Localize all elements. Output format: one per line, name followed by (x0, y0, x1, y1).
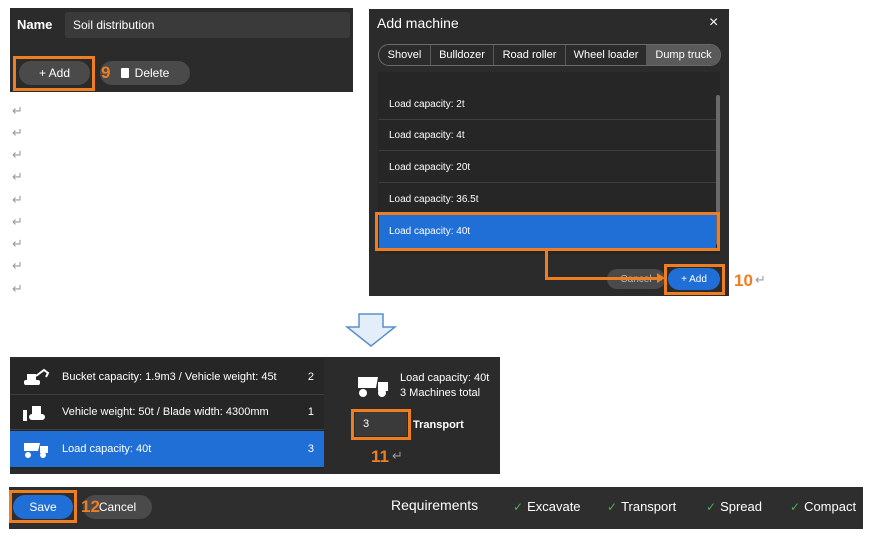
requirement-compact: ✓ Compact (790, 499, 856, 514)
arrow-right-icon (657, 273, 665, 283)
connector-line (545, 251, 548, 278)
list-item[interactable]: Load capacity: 36.5t (379, 184, 716, 215)
requirement-transport: ✓ Transport (607, 499, 676, 514)
bulldozer-icon (23, 406, 45, 421)
list-item-selected[interactable]: Load capacity: 40t (379, 215, 716, 248)
row-label: Vehicle weight: 50t / Blade width: 4300m… (62, 406, 269, 418)
detail-subtitle: 3 Machines total (400, 387, 481, 399)
step-11: 11 (371, 447, 389, 466)
add-button[interactable]: + Add (19, 61, 90, 85)
name-label: Name (17, 17, 53, 32)
check-icon: ✓ (706, 499, 717, 514)
delete-button[interactable]: Delete (100, 61, 190, 85)
detail-title: Load capacity: 40t (400, 372, 490, 384)
tab-bulldozer[interactable]: Bulldozer (431, 45, 494, 65)
requirement-label: Spread (720, 499, 762, 514)
trash-icon (120, 68, 129, 78)
add-button-label: + Add (38, 66, 71, 80)
role-label: Transport (413, 419, 464, 431)
list-scrollbar[interactable] (716, 95, 720, 245)
table-row[interactable]: Bucket capacity: 1.9m3 / Vehicle weight:… (10, 360, 324, 395)
save-button-label: Save (29, 500, 57, 514)
check-icon: ✓ (513, 499, 524, 514)
requirement-label: Transport (621, 499, 677, 514)
requirement-spread: ✓ Spread (706, 499, 762, 514)
check-icon: ✓ (790, 499, 801, 514)
step-9: 9 (101, 63, 111, 82)
list-item[interactable]: Load capacity: 20t (379, 152, 716, 183)
paragraph-mark: ↵ (392, 449, 403, 464)
row-count: 3 (307, 443, 314, 455)
row-label: Load capacity: 40t (62, 443, 152, 455)
delete-button-label: Delete (134, 66, 170, 80)
table-row[interactable]: Vehicle weight: 50t / Blade width: 4300m… (10, 395, 324, 430)
list-item[interactable]: Load capacity: 2t (379, 89, 716, 120)
list-item[interactable]: Load capacity: 4t (379, 120, 716, 151)
tab-wheel-loader[interactable]: Wheel loader (566, 45, 647, 65)
table-row-selected[interactable]: Load capacity: 40t 3 (10, 431, 324, 467)
row-count: 1 (307, 406, 314, 418)
tab-dump-truck[interactable]: Dump truck (647, 45, 720, 65)
connector-line (545, 277, 661, 280)
down-arrow-icon (345, 313, 397, 347)
dialog-add-button[interactable]: + Add (668, 268, 720, 290)
requirement-label: Excavate (527, 499, 581, 514)
quantity-value: 3 (363, 418, 370, 430)
step-10: 10 (734, 271, 753, 290)
cancel-button-label: Cancel (98, 500, 137, 514)
tab-shovel[interactable]: Shovel (379, 45, 431, 65)
requirement-excavate: ✓ Excavate (513, 499, 581, 514)
excavator-icon (24, 368, 50, 385)
close-icon[interactable]: × (709, 14, 718, 32)
name-field-value: Soil distribution (73, 18, 155, 32)
dump-truck-icon (24, 443, 48, 458)
check-icon: ✓ (607, 499, 618, 514)
dump-truck-icon (358, 377, 388, 397)
step-12: 12 (81, 497, 100, 516)
requirements-label: Requirements (391, 497, 479, 513)
dialog-add-label: + Add (681, 273, 707, 285)
tab-road-roller[interactable]: Road roller (494, 45, 566, 65)
requirement-label: Compact (804, 499, 857, 514)
paragraph-mark: ↵ (755, 273, 766, 288)
row-label: Bucket capacity: 1.9m3 / Vehicle weight:… (62, 371, 277, 383)
save-button[interactable]: Save (13, 495, 73, 519)
row-count: 2 (307, 371, 314, 383)
dialog-title: Add machine (377, 15, 459, 31)
